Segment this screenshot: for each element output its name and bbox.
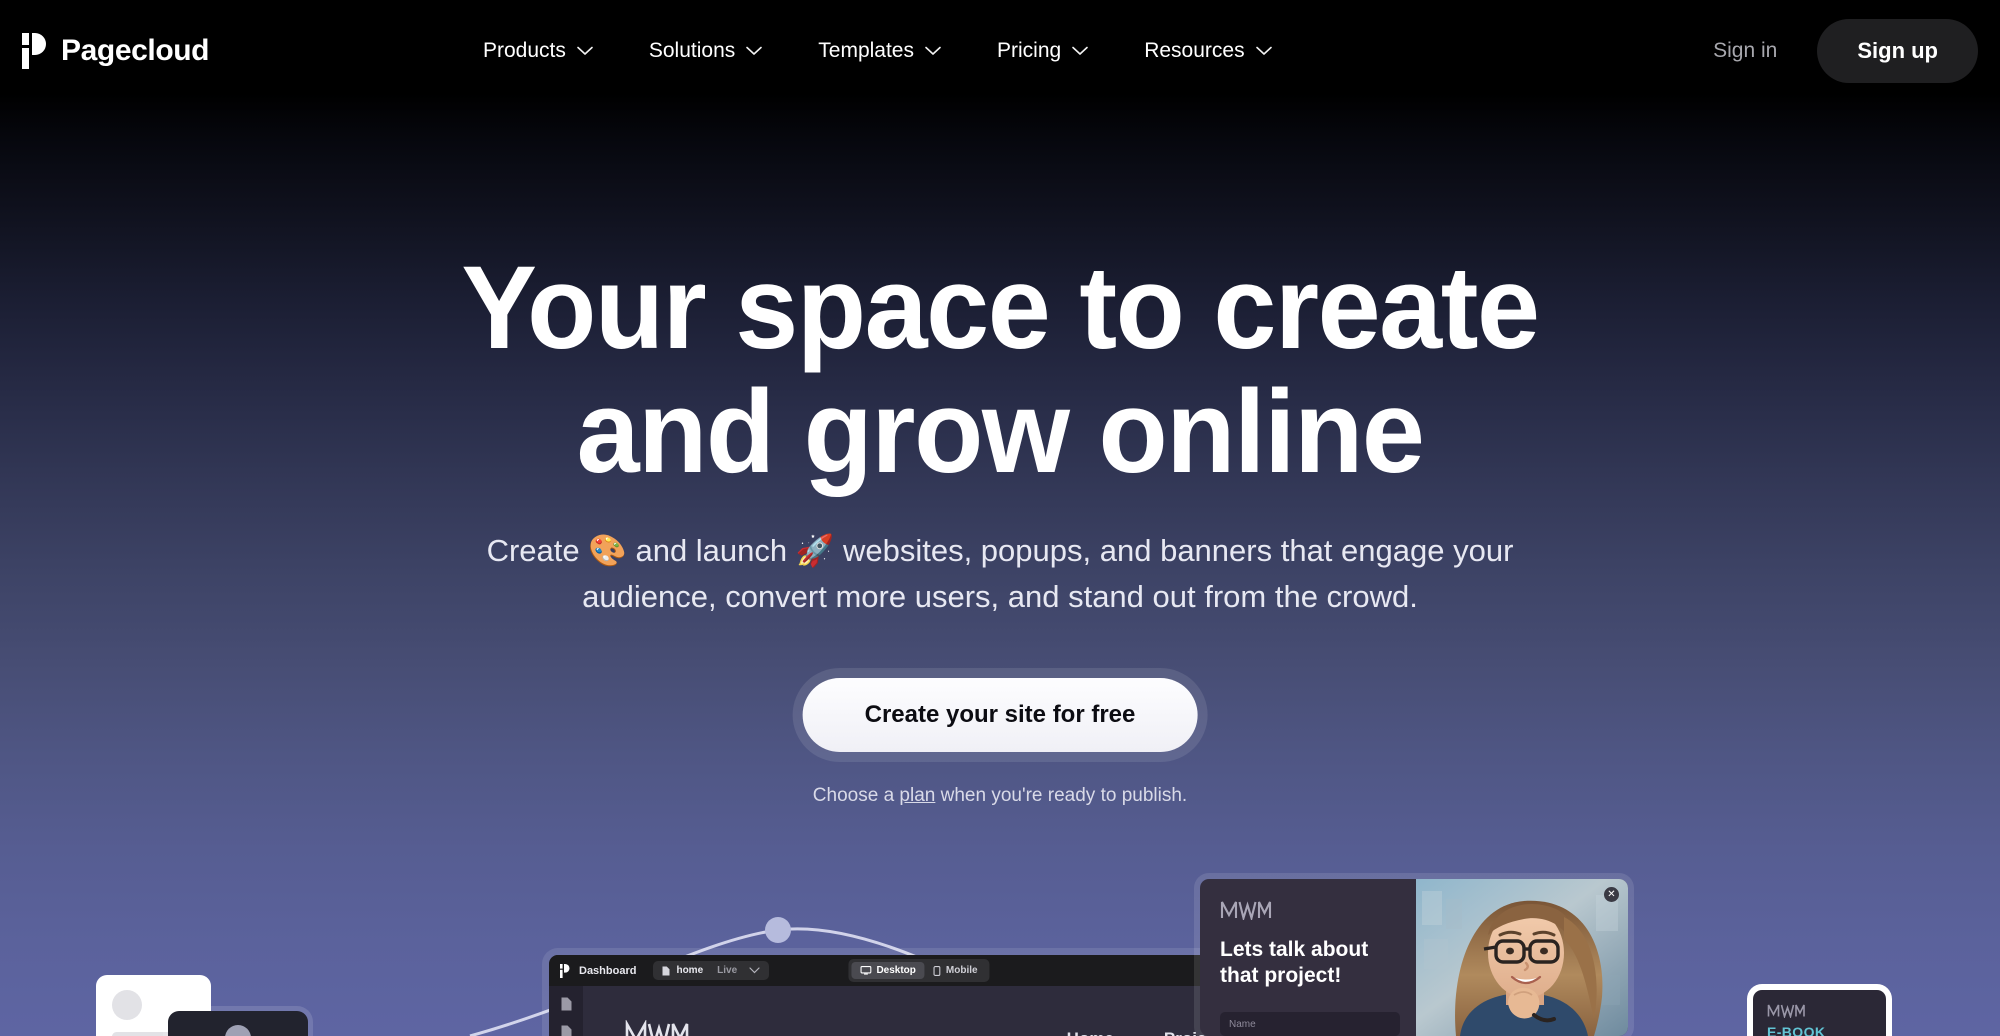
- mwm-ebook-logo-icon: [1767, 1004, 1805, 1018]
- brand-logo[interactable]: Pagecloud: [0, 33, 400, 69]
- editor-sidebar: [549, 986, 583, 1036]
- editor-toolbar: Dashboard home Live Desktop Mobile: [549, 955, 1289, 986]
- pagecloud-p-logo-icon: [560, 963, 570, 978]
- popup-mockup: Lets talk about that project! Name ✕: [1200, 879, 1628, 1036]
- nav-item-label: Resources: [1144, 39, 1245, 62]
- phone-icon: [933, 965, 941, 976]
- pagecloud-p-logo-icon: [22, 33, 46, 69]
- ebook-title: E-BOOK: [1767, 1024, 1826, 1036]
- nav-item-products[interactable]: Products: [455, 29, 621, 73]
- nav-item-solutions[interactable]: Solutions: [621, 29, 790, 73]
- nav-item-resources[interactable]: Resources: [1116, 29, 1299, 73]
- chevron-down-icon: [925, 46, 941, 55]
- chevron-down-icon: [746, 46, 763, 55]
- nav-item-label: Pricing: [996, 39, 1062, 62]
- editor-page-chip[interactable]: home Live: [653, 961, 770, 980]
- viewport-mobile-button[interactable]: Mobile: [925, 962, 987, 979]
- editor-status-label: Live: [717, 965, 738, 976]
- page-file-icon[interactable]: [561, 1025, 572, 1036]
- nav-item-label: Templates: [818, 39, 914, 62]
- sign-in-link[interactable]: Sign in: [1687, 27, 1803, 75]
- editor-mockup: Dashboard home Live Desktop Mobile: [549, 955, 1289, 1036]
- page-file-icon[interactable]: [561, 997, 572, 1011]
- chevron-down-icon: [749, 967, 760, 974]
- nav-item-templates[interactable]: Templates: [790, 29, 969, 73]
- mwm-site-logo-icon: [625, 1020, 689, 1036]
- viewport-mobile-label: Mobile: [945, 965, 978, 976]
- graph-node-dot: [765, 917, 791, 943]
- nav-item-pricing[interactable]: Pricing: [969, 29, 1116, 73]
- popup-content: Lets talk about that project! Name: [1200, 879, 1416, 1036]
- monitor-icon: [860, 966, 872, 975]
- mwm-popup-logo-icon: [1220, 901, 1272, 920]
- editor-page-name: home: [676, 965, 704, 976]
- site-nav-item-home[interactable]: Home: [1067, 1029, 1114, 1036]
- hero-artwork: Dashboard home Live Desktop Mobile Lets …: [0, 0, 2000, 1036]
- page-file-icon: [662, 966, 670, 975]
- nav-item-label: Solutions: [648, 39, 736, 62]
- editor-canvas: Home Projects: [583, 986, 1289, 1036]
- viewport-desktop-button[interactable]: Desktop: [851, 962, 925, 979]
- viewport-desktop-label: Desktop: [876, 965, 916, 976]
- popup-title: Lets talk about that project!: [1220, 938, 1369, 987]
- ebook-card: E-BOOK: [1753, 990, 1886, 1036]
- popup-close-button[interactable]: ✕: [1604, 887, 1619, 902]
- sign-up-button[interactable]: Sign up: [1817, 19, 1978, 83]
- main-navigation: Products Solutions Templates Pricing Res…: [400, 29, 1687, 73]
- popup-name-input[interactable]: Name: [1220, 1012, 1400, 1036]
- chevron-down-icon: [1072, 46, 1088, 55]
- editor-body: Home Projects: [549, 986, 1289, 1036]
- close-icon: ✕: [1607, 888, 1616, 900]
- brand-name: Pagecloud: [61, 34, 210, 67]
- nav-item-label: Products: [483, 39, 566, 62]
- viewport-toggle: Desktop Mobile: [848, 959, 990, 982]
- header-actions: Sign in Sign up: [1687, 19, 2000, 83]
- chevron-down-icon: [1255, 46, 1272, 55]
- chevron-down-icon: [577, 46, 593, 55]
- smiling-woman-with-glasses-photo: [1416, 879, 1628, 1036]
- site-header: Pagecloud Products Solutions Templates P…: [0, 0, 2000, 102]
- popup-photo: ✕: [1416, 879, 1628, 1036]
- editor-dashboard-label[interactable]: Dashboard: [579, 965, 636, 977]
